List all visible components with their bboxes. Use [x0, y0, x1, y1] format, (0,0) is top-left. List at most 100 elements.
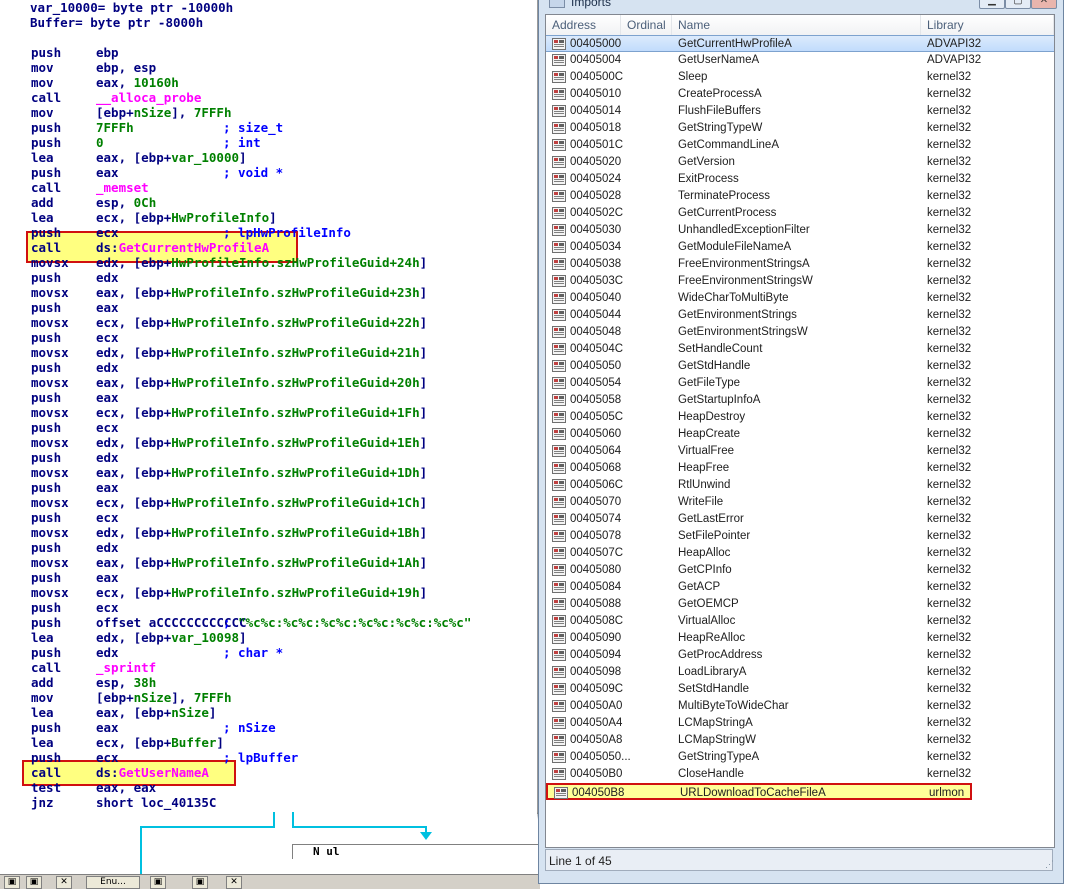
- import-row[interactable]: 0040505C HeapDestroy kernel32: [546, 409, 1054, 426]
- asm-line[interactable]: movsx edx, [ebp+HwProfileInfo.szHwProfile…: [31, 525, 427, 540]
- asm-line[interactable]: movsx edx, [ebp+HwProfileInfo.szHwProfile…: [31, 435, 427, 450]
- operand-name[interactable]: HwProfileInfo.szHwProfileGuid+1Fh: [171, 405, 419, 420]
- asm-line[interactable]: push eax: [31, 390, 427, 405]
- asm-line[interactable]: push ecx ; lpHwProfileInfo: [31, 225, 427, 240]
- operand-name[interactable]: HwProfileInfo.szHwProfileGuid+19h: [171, 585, 419, 600]
- operand-name[interactable]: nSize: [134, 105, 172, 120]
- import-row[interactable]: 00405020 GetVersion kernel32: [546, 154, 1054, 171]
- asm-line[interactable]: movsx ecx, [ebp+HwProfileInfo.szHwProfile…: [31, 405, 427, 420]
- import-row[interactable]: 00405080 GetCPInfo kernel32: [546, 562, 1054, 579]
- operand-name[interactable]: HwProfileInfo.szHwProfileGuid+22h: [171, 315, 419, 330]
- import-row[interactable]: 00405028 TerminateProcess kernel32: [546, 188, 1054, 205]
- import-row[interactable]: 00405060 HeapCreate kernel32: [546, 426, 1054, 443]
- import-row[interactable]: 00405074 GetLastError kernel32: [546, 511, 1054, 528]
- operand-name[interactable]: HwProfileInfo.szHwProfileGuid+24h: [171, 255, 419, 270]
- toolbar-button[interactable]: ▣: [150, 876, 166, 889]
- asm-line[interactable]: push ecx: [31, 330, 427, 345]
- asm-line[interactable]: push edx: [31, 450, 427, 465]
- asm-line[interactable]: lea ecx, [ebp+HwProfileInfo]: [31, 210, 427, 225]
- asm-line[interactable]: test eax, eax: [31, 780, 427, 795]
- operand-name[interactable]: HwProfileInfo.szHwProfileGuid+1Dh: [171, 465, 419, 480]
- import-row[interactable]: 00405084 GetACP kernel32: [546, 579, 1054, 596]
- asm-line[interactable]: movsx ecx, [ebp+HwProfileInfo.szHwProfile…: [31, 495, 427, 510]
- asm-line[interactable]: jnz short loc_40135C: [31, 795, 427, 810]
- import-row[interactable]: 0040508C VirtualAlloc kernel32: [546, 613, 1054, 630]
- import-row[interactable]: 00405038 FreeEnvironmentStringsA kernel32: [546, 256, 1054, 273]
- asm-line[interactable]: push 7FFFh ; size_t: [31, 120, 427, 135]
- import-row[interactable]: 00405044 GetEnvironmentStrings kernel32: [546, 307, 1054, 324]
- asm-line[interactable]: push ecx: [31, 420, 427, 435]
- operand-name[interactable]: nSize: [134, 690, 172, 705]
- import-row[interactable]: 00405014 FlushFileBuffers kernel32: [546, 103, 1054, 120]
- import-row[interactable]: 0040504C SetHandleCount kernel32: [546, 341, 1054, 358]
- import-row[interactable]: 00405040 WideCharToMultiByte kernel32: [546, 290, 1054, 307]
- asm-line[interactable]: call ds:GetUserNameA: [31, 765, 427, 780]
- asm-line[interactable]: push edx ; char *: [31, 645, 427, 660]
- import-row[interactable]: 0040509C SetStdHandle kernel32: [546, 681, 1054, 698]
- import-row[interactable]: 00405004 GetUserNameA ADVAPI32: [546, 52, 1054, 69]
- asm-line[interactable]: call _sprintf: [31, 660, 427, 675]
- operand-name[interactable]: HwProfileInfo.szHwProfileGuid+20h: [171, 375, 419, 390]
- import-row[interactable]: 004050B0 CloseHandle kernel32: [546, 766, 1054, 783]
- asm-line[interactable]: push ecx: [31, 600, 427, 615]
- operand-name[interactable]: var_10000: [171, 150, 239, 165]
- asm-line[interactable]: call ds:GetCurrentHwProfileA: [31, 240, 427, 255]
- column-name[interactable]: Name: [672, 15, 921, 35]
- operand-imp[interactable]: GetCurrentHwProfileA: [119, 240, 270, 255]
- imports-list[interactable]: Address Ordinal Name Library 00405000 Get…: [545, 14, 1055, 848]
- close-icon[interactable]: ✕: [56, 876, 72, 889]
- import-row[interactable]: 0040507C HeapAlloc kernel32: [546, 545, 1054, 562]
- operand-sym[interactable]: loc_40135C: [141, 795, 216, 810]
- import-row[interactable]: 00405030 UnhandledExceptionFilter kernel32: [546, 222, 1054, 239]
- asm-line[interactable]: mov [ebp+nSize], 7FFFh: [31, 690, 427, 705]
- toolbar-button[interactable]: ▣: [26, 876, 42, 889]
- asm-line[interactable]: push eax: [31, 480, 427, 495]
- asm-line[interactable]: lea edx, [ebp+var_10098]: [31, 630, 427, 645]
- asm-line[interactable]: movsx eax, [ebp+HwProfileInfo.szHwProfile…: [31, 375, 427, 390]
- asm-line[interactable]: push 0 ; int: [31, 135, 427, 150]
- asm-line[interactable]: push edx: [31, 270, 427, 285]
- import-row[interactable]: 0040500C Sleep kernel32: [546, 69, 1054, 86]
- close-button[interactable]: ✕: [1031, 0, 1057, 9]
- import-row[interactable]: 004050A8 LCMapStringW kernel32: [546, 732, 1054, 749]
- asm-line[interactable]: movsx edx, [ebp+HwProfileInfo.szHwProfile…: [31, 255, 427, 270]
- import-row[interactable]: 00405068 HeapFree kernel32: [546, 460, 1054, 477]
- asm-line[interactable]: movsx edx, [ebp+HwProfileInfo.szHwProfile…: [31, 345, 427, 360]
- asm-line[interactable]: movsx ecx, [ebp+HwProfileInfo.szHwProfile…: [31, 315, 427, 330]
- asm-line[interactable]: add esp, 0Ch: [31, 195, 427, 210]
- import-row[interactable]: 00405090 HeapReAlloc kernel32: [546, 630, 1054, 647]
- asm-line[interactable]: push ecx ; lpBuffer: [31, 750, 427, 765]
- close-icon[interactable]: ✕: [226, 876, 242, 889]
- asm-line[interactable]: movsx eax, [ebp+HwProfileInfo.szHwProfile…: [31, 555, 427, 570]
- asm-line[interactable]: push edx: [31, 360, 427, 375]
- asm-line[interactable]: push ecx: [31, 510, 427, 525]
- import-row[interactable]: 00405054 GetFileType kernel32: [546, 375, 1054, 392]
- asm-line[interactable]: movsx ecx, [ebp+HwProfileInfo.szHwProfile…: [31, 585, 427, 600]
- column-ordinal[interactable]: Ordinal: [621, 15, 672, 35]
- operand-name[interactable]: HwProfileInfo.szHwProfileGuid+1Ah: [171, 555, 419, 570]
- resize-grip-icon[interactable]: ⋰: [1045, 859, 1055, 869]
- import-row[interactable]: 00405070 WriteFile kernel32: [546, 494, 1054, 511]
- import-row[interactable]: 00405094 GetProcAddress kernel32: [546, 647, 1054, 664]
- import-row[interactable]: 004050A4 LCMapStringA kernel32: [546, 715, 1054, 732]
- disassembly-view[interactable]: var_10000= byte ptr -10000h Buffer= byte…: [0, 0, 538, 814]
- imports-window[interactable]: Imports ▁ ▢ ✕ Address Ordinal Name Libra…: [538, 0, 1064, 884]
- maximize-button[interactable]: ▢: [1005, 0, 1031, 9]
- asm-line[interactable]: push eax ; void *: [31, 165, 427, 180]
- asm-line[interactable]: mov ebp, esp: [31, 60, 427, 75]
- asm-line[interactable]: push eax ; nSize: [31, 720, 427, 735]
- operand-name[interactable]: HwProfileInfo.szHwProfileGuid+23h: [171, 285, 419, 300]
- import-row[interactable]: 00405078 SetFilePointer kernel32: [546, 528, 1054, 545]
- column-library[interactable]: Library: [921, 15, 1054, 35]
- toolbar-button[interactable]: ▣: [4, 876, 20, 889]
- import-row[interactable]: 00405050 GetStdHandle kernel32: [546, 358, 1054, 375]
- import-row[interactable]: 00405048 GetEnvironmentStringsW kernel32: [546, 324, 1054, 341]
- operand-name[interactable]: nSize: [171, 705, 209, 720]
- import-row[interactable]: 00405088 GetOEMCP kernel32: [546, 596, 1054, 613]
- import-row[interactable]: 00405058 GetStartupInfoA kernel32: [546, 392, 1054, 409]
- operand-name[interactable]: HwProfileInfo.szHwProfileGuid+1Eh: [171, 435, 419, 450]
- operand-fn[interactable]: __alloca_probe: [96, 90, 201, 105]
- graph-view[interactable]: [0, 812, 537, 874]
- operand-name[interactable]: var_10098: [171, 630, 239, 645]
- import-row[interactable]: 00405010 CreateProcessA kernel32: [546, 86, 1054, 103]
